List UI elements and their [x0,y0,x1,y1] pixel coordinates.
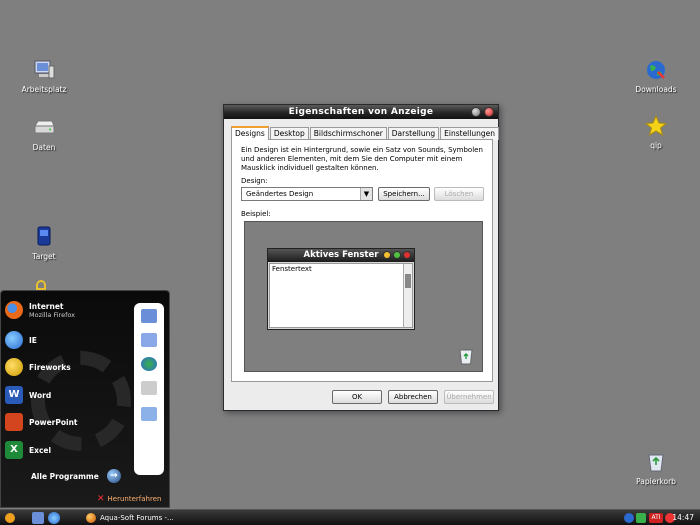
documents-icon[interactable] [141,333,157,347]
drive-icon [34,120,55,134]
design-select-value: Geändertes Design [246,190,314,198]
preview-window-title-bar: Aktives Fenster [268,249,414,262]
preview-window-text: Fenstertext [272,265,312,273]
preview-scrollbar [403,264,412,327]
quicklaunch-desktop-icon[interactable] [32,512,44,524]
desktop-icon-label: Target [32,252,56,261]
help-icon[interactable] [471,107,481,117]
start-item-label: Word [29,390,52,400]
start-item-internet[interactable]: Internet Mozilla Firefox [5,301,75,319]
desktop-icon-label: Papierkorb [636,477,676,486]
description-text: Ein Design ist ein Hintergrund, sowie ei… [241,146,483,172]
all-programs-label: Alle Programme [31,471,99,481]
desktop-icon-target[interactable]: Target [12,225,76,261]
start-item-label: Internet [29,301,64,311]
start-item-fireworks[interactable]: Fireworks [5,358,71,376]
save-button[interactable]: Speichern... [378,187,430,201]
desktop-icon-papierkorb[interactable]: Papierkorb [624,450,688,486]
close-icon [403,251,411,259]
word-icon: W [5,386,23,404]
start-item-label: Excel [29,445,52,455]
powerpoint-icon [5,413,23,431]
ie-icon [5,331,23,349]
firefox-icon [5,301,23,319]
preview-window: Aktives Fenster Fenstertext [267,248,415,330]
desktop-icon-label: Daten [32,143,56,152]
tab-bar: Designs Desktop Bildschirmschoner Darste… [231,126,500,140]
firefox-icon [86,513,96,523]
cancel-button[interactable]: Abbrechen [388,390,438,404]
start-item-excel[interactable]: X Excel [5,441,51,459]
fireworks-icon [5,358,23,376]
minimize-icon [383,251,391,259]
target-icon [37,226,51,246]
lock-icon[interactable] [36,280,46,290]
start-item-ie[interactable]: IE [5,331,37,349]
excel-icon: X [5,441,23,459]
start-menu: Internet Mozilla Firefox IE Fireworks W W… [0,290,170,508]
desktop-icon-label: Downloads [635,85,677,94]
computer-icon[interactable] [141,309,157,323]
display-properties-dialog: Eigenschaften von Anzeige Designs Deskto… [223,104,499,411]
all-programs-button[interactable]: Alle Programme → [31,469,121,483]
quicklaunch-ie-icon[interactable] [48,512,60,524]
start-item-powerpoint[interactable]: PowerPoint [5,413,78,431]
design-select[interactable]: Geändertes Design ▼ [241,187,373,201]
close-icon[interactable] [484,107,494,117]
dialog-title: Eigenschaften von Anzeige [288,107,434,117]
shutdown-label: Herunterfahren [107,495,162,503]
tab-pane-designs: Ein Design ist ein Hintergrund, sowie ei… [231,139,493,382]
delete-button[interactable]: Löschen [434,187,484,201]
task-button-aqua-soft[interactable]: Aqua-Soft Forums -... [84,511,174,525]
tray-ati-icon[interactable]: ATI [649,513,663,523]
globe-icon [647,61,665,79]
recycle-bin-icon [459,349,473,365]
desktop-icon-downloads[interactable]: Downloads [624,58,688,94]
start-logo-icon [5,513,15,523]
printer-icon[interactable] [141,381,157,395]
preview-window-title: Aktives Fenster [303,250,379,260]
desktop-icon-arbeitsplatz[interactable]: Arbeitsplatz [12,58,76,94]
chevron-down-icon[interactable]: ▼ [360,188,372,200]
shutdown-button[interactable]: ✕ Herunterfahren [97,494,161,504]
clock: 14:47 [672,513,694,522]
computer-icon [34,60,55,79]
start-menu-places-panel [134,303,164,475]
folder-icon[interactable] [141,407,157,421]
recycle-bin-icon [648,454,664,472]
tray-green-icon[interactable] [636,513,646,523]
preview-area: Aktives Fenster Fenstertext [244,221,483,372]
tab-designs[interactable]: Designs [231,126,269,140]
design-label: Design: [241,177,268,185]
dialog-title-bar[interactable]: Eigenschaften von Anzeige [224,105,498,119]
maximize-icon [393,251,401,259]
ok-button[interactable]: OK [332,390,382,404]
desktop-icon-qip[interactable]: qip [624,114,688,150]
desktop-icon-label: qip [650,141,662,150]
preview-window-body: Fenstertext [269,263,413,328]
start-item-word[interactable]: W Word [5,386,51,404]
tray-network-icon[interactable] [624,513,634,523]
start-item-sublabel: Mozilla Firefox [29,310,75,319]
preview-label: Beispiel: [241,210,271,218]
arrow-right-icon: → [106,469,121,483]
star-icon [644,114,668,137]
start-button[interactable] [3,512,17,524]
shutdown-icon: ✕ [97,494,105,504]
start-item-label: IE [29,335,37,345]
taskbar: Aqua-Soft Forums -... ATI 14:47 [0,509,700,525]
desktop-icon-daten[interactable]: Daten [12,116,76,152]
desktop-icon-label: Arbeitsplatz [21,85,67,94]
start-item-label: Fireworks [29,362,71,372]
task-label: Aqua-Soft Forums -... [100,514,174,522]
network-globe-icon[interactable] [141,357,157,371]
apply-button[interactable]: Übernehmen [444,390,494,404]
start-item-label: PowerPoint [29,417,78,427]
